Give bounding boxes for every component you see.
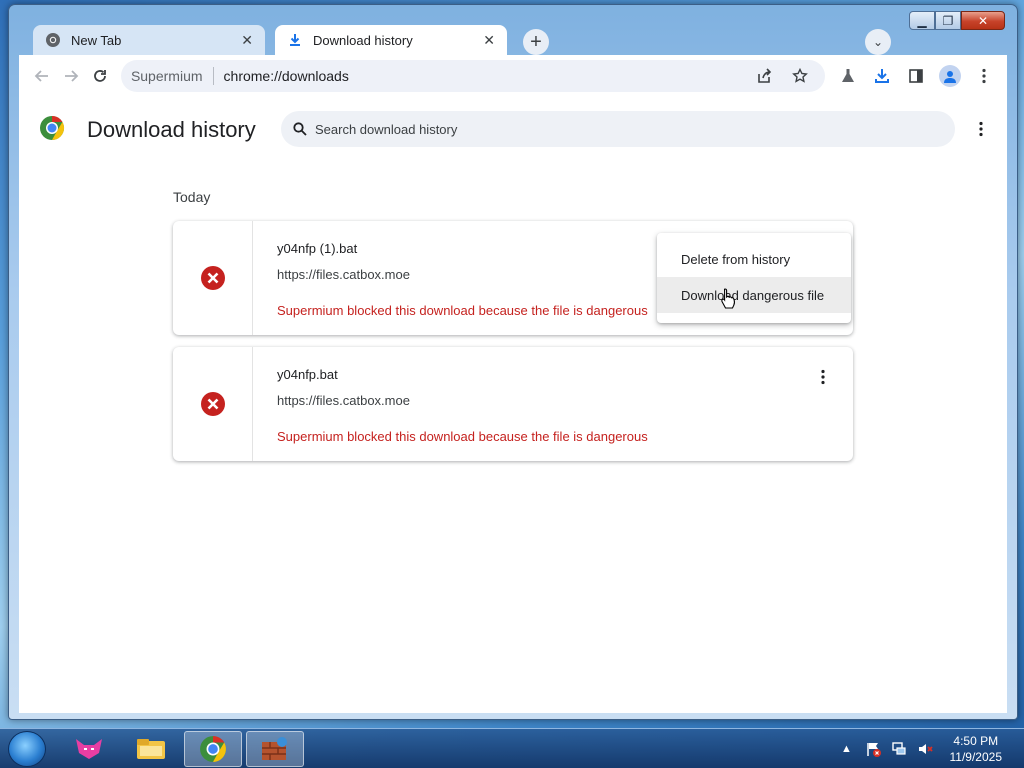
forward-arrow-icon — [64, 70, 79, 82]
search-icon — [293, 122, 307, 136]
browser-logo-icon — [39, 115, 65, 146]
taskbar-browser-icon[interactable] — [184, 731, 242, 767]
side-panel-icon[interactable] — [901, 61, 931, 91]
download-filename[interactable]: y04nfp (1).bat — [277, 241, 357, 256]
url-text[interactable]: chrome://downloads — [224, 68, 349, 84]
page-header: Download history — [19, 97, 1007, 161]
clock-time: 4:50 PM — [953, 734, 999, 748]
download-source-url[interactable]: https://files.catbox.moe — [277, 267, 410, 282]
volume-muted-icon[interactable] — [916, 740, 934, 758]
download-dangerous-file-menu-item[interactable]: Download dangerous file — [657, 277, 851, 313]
tab-title: New Tab — [71, 32, 122, 48]
reload-button[interactable] — [86, 61, 115, 91]
tab-close-icon[interactable]: ✕ — [241, 32, 253, 49]
taskbar-file-explorer-icon[interactable] — [122, 731, 180, 767]
date-section-label: Today — [173, 189, 211, 205]
tab-title: Download history — [313, 32, 413, 48]
dangerous-file-icon — [200, 266, 225, 290]
back-button[interactable] — [27, 61, 56, 91]
network-icon[interactable] — [890, 740, 908, 758]
profile-button[interactable] — [935, 61, 965, 91]
tab-download-history[interactable]: Download history ✕ — [275, 25, 507, 55]
clock-date: 11/9/2025 — [949, 750, 1003, 764]
tab-strip: New Tab ✕ Download history ✕ + ⌄ — [19, 19, 1009, 55]
taskbar-app-fox-icon[interactable] — [60, 731, 118, 767]
person-icon — [943, 71, 956, 83]
kebab-menu-icon — [979, 121, 983, 137]
avatar — [938, 65, 961, 87]
site-label: Supermium — [130, 68, 203, 84]
start-button[interactable] — [8, 731, 46, 767]
download-item-icon-area — [173, 347, 253, 461]
download-warning: Supermium blocked this download because … — [277, 303, 648, 318]
labs-flask-icon[interactable] — [833, 61, 863, 91]
page-title: Download history — [87, 117, 256, 142]
reload-icon — [94, 70, 107, 82]
downloads-page: Download history Today y04nfp (1).bat ht… — [19, 97, 1007, 713]
download-item: y04nfp.bat https://files.catbox.moe Supe… — [173, 347, 853, 461]
omnibox-divider — [212, 67, 214, 85]
download-warning: Supermium blocked this download because … — [277, 429, 648, 444]
tab-search-button[interactable]: ⌄ — [865, 29, 891, 55]
taskbar-firewall-icon[interactable] — [246, 731, 304, 767]
download-icon — [287, 32, 303, 48]
forward-button[interactable] — [56, 61, 85, 91]
share-icon[interactable] — [749, 61, 779, 91]
download-item-icon-area — [173, 221, 253, 335]
download-filename[interactable]: y04nfp.bat — [277, 367, 338, 382]
show-hidden-icons-icon[interactable]: ▲ — [838, 740, 856, 758]
download-icon — [874, 69, 889, 83]
hand-cursor-icon — [721, 288, 735, 309]
tab-close-icon[interactable]: ✕ — [483, 32, 495, 49]
bookmark-star-icon[interactable] — [785, 61, 815, 91]
tab-new-tab[interactable]: New Tab ✕ — [33, 25, 265, 55]
search-bar[interactable] — [281, 111, 955, 147]
delete-from-history-menu-item[interactable]: Delete from history — [657, 241, 851, 277]
page-menu-button[interactable] — [969, 117, 993, 141]
chrome-icon — [45, 32, 61, 48]
action-center-flag-icon[interactable] — [864, 740, 882, 758]
browser-window: ▁ ❐ ✕ New Tab ✕ Download history ✕ + ⌄ S… — [8, 4, 1018, 720]
browser-menu-button[interactable] — [969, 61, 999, 91]
kebab-menu-icon — [821, 369, 825, 385]
download-more-actions-button[interactable] — [811, 365, 835, 389]
address-bar[interactable]: Supermium chrome://downloads — [120, 60, 825, 92]
new-tab-button[interactable]: + — [523, 29, 549, 55]
kebab-menu-icon — [982, 68, 986, 84]
taskbar-clock[interactable]: 4:50 PM 11/9/2025 — [950, 733, 1003, 765]
browser-toolbar: Supermium chrome://downloads — [19, 55, 1007, 97]
system-tray: ▲ 4:50 PM 11/9/2025 — [830, 729, 1024, 768]
windows-taskbar: ▲ 4:50 PM 11/9/2025 — [0, 728, 1024, 768]
download-context-menu: Delete from history Download dangerous f… — [657, 233, 851, 323]
dangerous-file-icon — [200, 392, 225, 416]
downloads-button[interactable] — [867, 61, 897, 91]
search-input[interactable] — [315, 121, 915, 137]
download-source-url[interactable]: https://files.catbox.moe — [277, 393, 410, 408]
back-arrow-icon — [34, 70, 48, 82]
